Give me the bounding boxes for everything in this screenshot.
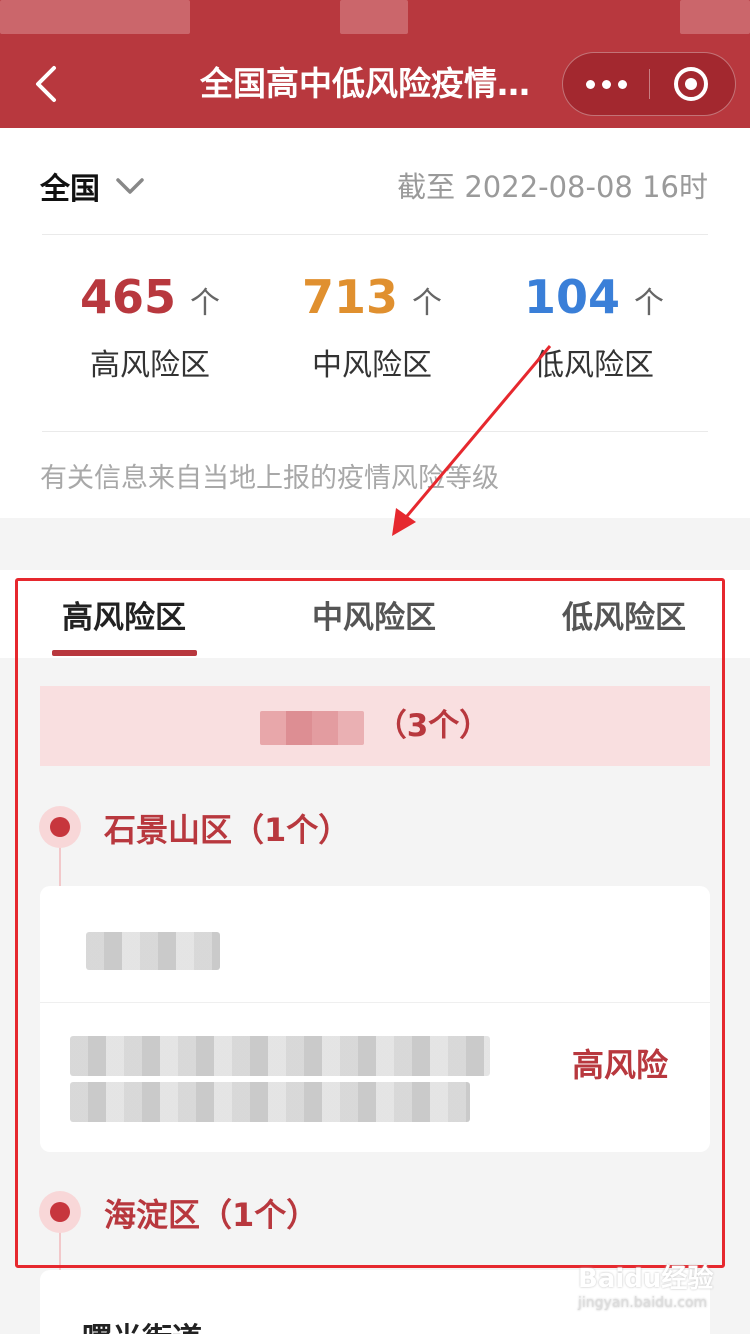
divider (42, 431, 708, 432)
page-title: 全国高中低风险疫情… (200, 64, 530, 103)
stat-medium-risk: 713 个 中风险区 (262, 270, 482, 384)
miniprogram-capsule (562, 52, 736, 116)
watermark-brand: Baidu经验 (578, 1264, 714, 1294)
blurred-status-content (680, 0, 750, 34)
capsule-divider (649, 69, 650, 99)
chevron-left-icon (36, 66, 56, 102)
stat-label: 低风险区 (534, 348, 654, 383)
navigation-bar: 全国高中低风险疫情… (0, 40, 750, 128)
back-button[interactable] (26, 58, 74, 110)
summary-panel: 全国 截至 2022-08-08 16时 465 个 高风险区 713 个 中风险区… (0, 128, 750, 518)
stat-unit: 个 (634, 286, 665, 321)
watermark: Baidu经验 jingyan.baidu.com (578, 1258, 713, 1311)
region-label: 全国 (40, 172, 100, 207)
stat-label: 中风险区 (312, 348, 432, 383)
more-dots-icon (618, 79, 627, 89)
stat-value: 713 (301, 270, 399, 324)
street-name: 曙光街道 (82, 1314, 202, 1334)
close-miniprogram-button[interactable] (674, 67, 708, 101)
divider (42, 234, 708, 235)
stat-value: 104 (523, 270, 621, 324)
annotation-highlight-box (15, 578, 725, 1268)
stat-high-risk: 465 个 高风险区 (40, 270, 260, 384)
stat-low-risk: 104 个 低风险区 (484, 270, 704, 384)
chevron-down-icon (116, 178, 144, 194)
stat-unit: 个 (190, 286, 221, 321)
more-dots-icon (602, 79, 611, 89)
more-button[interactable] (563, 53, 650, 115)
stat-value: 465 (79, 270, 177, 324)
stat-unit: 个 (412, 286, 443, 321)
more-dots-icon (586, 79, 595, 89)
blurred-status-content (340, 0, 408, 34)
stat-label: 高风险区 (90, 348, 210, 383)
watermark-url: jingyan.baidu.com (578, 1295, 708, 1311)
blurred-status-content (0, 0, 190, 34)
as-of-timestamp: 截至 2022-08-08 16时 (397, 170, 708, 204)
source-note: 有关信息来自当地上报的疫情风险等级 (40, 463, 499, 494)
status-bar (0, 0, 750, 40)
region-selector[interactable]: 全国 (40, 164, 144, 208)
